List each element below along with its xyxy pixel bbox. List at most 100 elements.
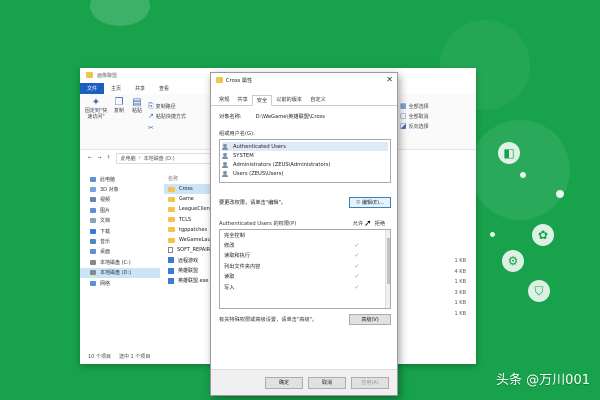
sidebar-item-label: 本地磁盘 (C:) <box>100 259 131 266</box>
status-bar: 10 个项目 选中 1 个项目 <box>88 353 150 360</box>
object-name-row: 对象名称: D:\WeGame\英雄联盟\Cross <box>219 113 391 120</box>
apply-button[interactable]: 应用(A) <box>351 376 389 389</box>
file-name: 英雄联盟 <box>178 268 199 275</box>
permission-name: 读取和执行 <box>224 253 250 260</box>
list-item[interactable]: Administrators (ZEUS\Administrators) <box>222 160 388 169</box>
copy-path-button[interactable]: ⎘ 复制路径 <box>148 102 176 111</box>
sidebar-item-music[interactable]: 音乐 <box>80 236 160 246</box>
sidebar-item-drive-c[interactable]: 本地磁盘 (C:) <box>80 257 160 267</box>
file-name: TCLS <box>179 216 192 223</box>
scissors-button[interactable]: ✂ <box>148 124 154 132</box>
folder-icon <box>168 196 175 202</box>
tab-home[interactable]: 主页 <box>104 83 128 94</box>
sidebar-item-this-pc[interactable]: 此电脑 <box>80 174 160 184</box>
back-arrow-icon[interactable]: ← <box>88 155 92 161</box>
principal-name: Administrators (ZEUS\Administrators) <box>233 161 331 168</box>
size-values: 1 KB 4 KB 1 KB 3 KB 1 KB 1 KB <box>396 256 466 320</box>
copy-button[interactable]: ❐ 复制 <box>112 97 126 115</box>
cancel-button[interactable]: 取消 <box>308 376 346 389</box>
principals-list[interactable]: Authenticated Users SYSTEM Administrator… <box>219 139 391 183</box>
dialog-footer: 确定 取消 应用(A) <box>211 369 397 395</box>
permission-name: 修改 <box>224 243 235 250</box>
advanced-button[interactable]: 高级(V) <box>349 314 391 325</box>
tab-security[interactable]: 安全 <box>251 95 273 106</box>
app-icon <box>168 257 174 264</box>
allow-check: ✓ <box>354 242 360 250</box>
breadcrumb-this-pc[interactable]: 此电脑 <box>121 155 136 162</box>
tab-customize[interactable]: 自定义 <box>306 95 330 105</box>
forward-arrow-icon[interactable]: → <box>97 155 101 161</box>
edit-button[interactable]: ⛨ 编辑(E)... <box>349 197 391 208</box>
tab-share[interactable]: 共享 <box>128 83 152 94</box>
file-name: LeagueClient <box>179 206 212 213</box>
object-name-label: 对象名称: <box>219 114 242 120</box>
advanced-hint: 有关特殊权限或高级设置，请单击"高级"。 <box>219 317 318 323</box>
navigation-pane: 此电脑 3D 对象 视频 图片 文档 下载 音乐 桌面 本地磁盘 (C:) 本地… <box>80 174 160 350</box>
file-size: 4 KB <box>454 268 466 275</box>
cart-icon: ⛉ <box>528 280 550 302</box>
paste-label: 粘贴 <box>131 108 142 114</box>
paste-shortcut-button[interactable]: ↗ 粘贴快捷方式 <box>148 112 186 120</box>
sidebar-item-documents[interactable]: 文档 <box>80 216 160 226</box>
permissions-scrollbar[interactable] <box>385 230 390 308</box>
table-row: 修改 ✓ <box>220 240 390 250</box>
sidebar-item-network[interactable]: 网络 <box>80 278 160 288</box>
paste-button[interactable]: ▤ 粘贴 <box>130 98 144 115</box>
settings-icon: ⚙ <box>502 250 524 272</box>
file-icon <box>168 247 173 254</box>
file-name: tgppatches <box>179 226 208 233</box>
sidebar-item-label: 视频 <box>100 197 111 204</box>
sidebar-item-label: 桌面 <box>100 249 111 256</box>
list-item[interactable]: Authenticated Users <box>222 142 388 151</box>
file-size: 3 KB <box>454 289 466 296</box>
permission-name: 写入 <box>224 284 235 291</box>
sidebar-item-pictures[interactable]: 图片 <box>80 205 160 215</box>
breadcrumb-drive-d[interactable]: 本地磁盘 (D:) <box>144 155 175 162</box>
download-icon <box>90 228 96 234</box>
sidebar-item-videos[interactable]: 视频 <box>80 195 160 205</box>
users-icon <box>222 143 229 150</box>
close-icon[interactable]: ✕ <box>386 75 393 84</box>
tab-view[interactable]: 查看 <box>152 83 176 94</box>
object-name-value: D:\WeGame\英雄联盟\Cross <box>255 114 325 120</box>
file-name: 远程游戏 <box>178 257 199 264</box>
sidebar-item-downloads[interactable]: 下载 <box>80 226 160 236</box>
cube-icon <box>90 187 96 193</box>
item-count: 10 个项目 <box>88 354 111 360</box>
app-icon <box>168 267 174 274</box>
picture-icon <box>90 207 96 213</box>
up-arrow-icon[interactable]: ↑ <box>106 155 110 161</box>
users-icon <box>222 161 229 168</box>
document-icon <box>90 218 96 224</box>
folder-icon <box>168 206 175 212</box>
sidebar-item-desktop[interactable]: 桌面 <box>80 247 160 257</box>
permissions-table: 完全控制 修改 ✓ 读取和执行 ✓ 列出文件夹内容 ✓ 读取 ✓ 写入 ✓ <box>219 229 391 309</box>
copy-icon: ❐ <box>114 97 124 108</box>
permission-name: 完全控制 <box>224 232 245 239</box>
leaf-icon: ✿ <box>532 224 554 246</box>
sidebar-item-label: 此电脑 <box>100 176 116 183</box>
sidebar-item-3d-objects[interactable]: 3D 对象 <box>80 184 160 194</box>
chevron-right-icon: › <box>138 155 141 161</box>
copy-label: 复制 <box>113 108 124 114</box>
sidebar-item-drive-d[interactable]: 本地磁盘 (D:) <box>80 267 160 278</box>
list-item[interactable]: SYSTEM <box>222 151 388 160</box>
tab-file[interactable]: 文件 <box>80 83 105 94</box>
file-size: 1 KB <box>454 279 466 286</box>
file-name: SOFT_REPAIR <box>177 247 211 254</box>
tab-previous-versions[interactable]: 以前的版本 <box>272 95 306 105</box>
table-row: 列出文件夹内容 ✓ <box>220 261 390 271</box>
table-row: 写入 ✓ <box>220 282 390 292</box>
drive-icon <box>90 259 96 265</box>
pin-button[interactable]: ✦ 固定到"快速访问" <box>84 98 108 121</box>
music-icon <box>90 239 96 245</box>
file-size: 1 KB <box>454 310 466 317</box>
mouse-cursor-icon: ➚ <box>364 219 372 229</box>
sidebar-item-label: 下载 <box>100 228 111 235</box>
deny-header: 拒绝 <box>374 221 386 227</box>
list-item[interactable]: Users (ZEUS\Users) <box>222 169 388 178</box>
tab-general[interactable]: 常规 <box>215 95 233 105</box>
ok-button[interactable]: 确定 <box>265 376 303 389</box>
principal-name: SYSTEM <box>233 152 254 159</box>
tab-sharing[interactable]: 共享 <box>233 95 251 105</box>
